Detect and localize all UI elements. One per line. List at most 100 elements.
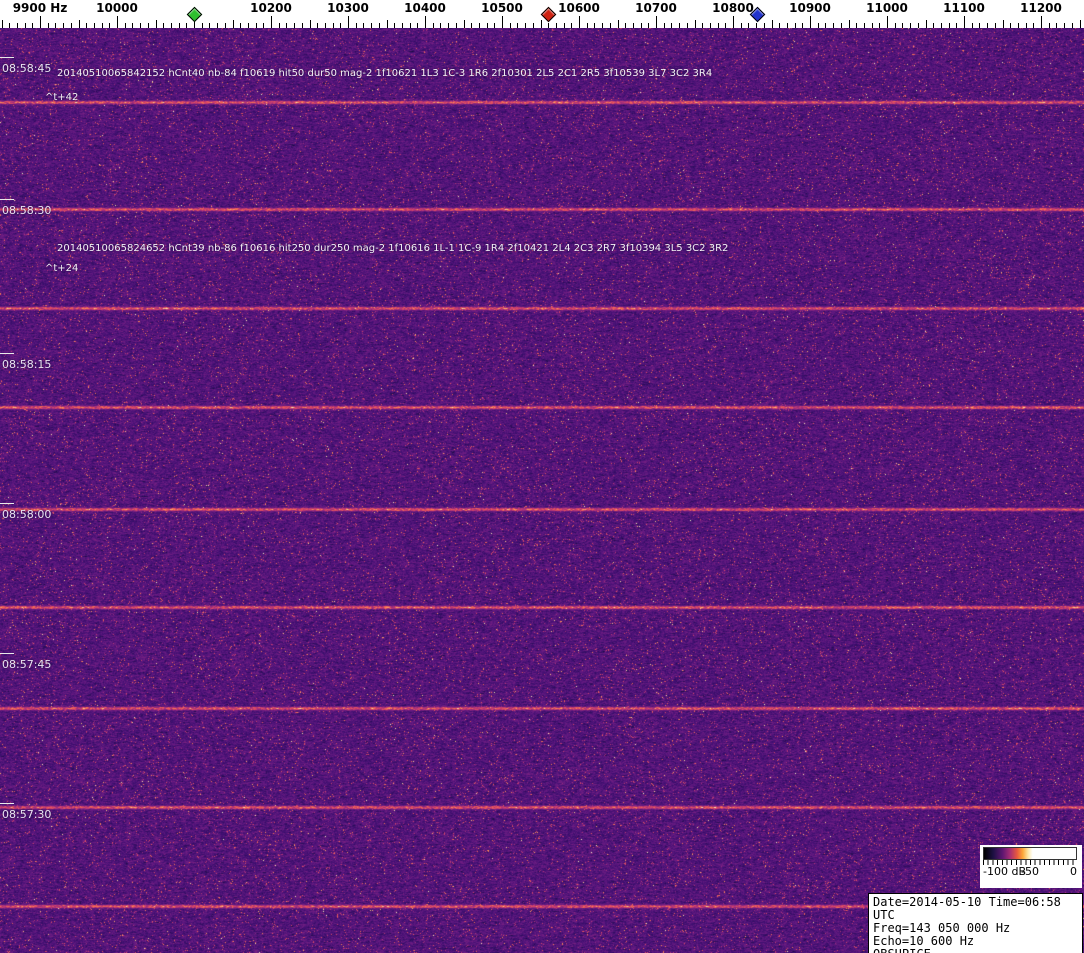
- ruler-tick: [240, 23, 242, 28]
- db-colorbar-labels: -100 dB -50 0: [983, 865, 1077, 879]
- spectrogram-canvas: [0, 28, 1084, 953]
- ruler-tick: [786, 23, 788, 28]
- ruler-tick: [70, 23, 72, 28]
- ruler-tick: [9, 23, 11, 28]
- ruler-tick: [78, 20, 80, 28]
- ruler-label: 10900: [789, 1, 831, 15]
- ruler-tick: [201, 23, 203, 28]
- ruler-tick: [702, 23, 704, 28]
- ruler-tick: [417, 23, 419, 28]
- ruler-tick: [694, 20, 696, 28]
- ruler-tick: [517, 23, 519, 28]
- ruler-label: 10600: [558, 1, 600, 15]
- ruler-tick: [401, 23, 403, 28]
- ruler-tick: [409, 23, 411, 28]
- ruler-tick: [810, 16, 811, 28]
- ruler-tick: [632, 23, 634, 28]
- db-max-label: 0: [1070, 865, 1077, 878]
- ruler-tick: [309, 20, 311, 28]
- ruler-tick: [132, 23, 134, 28]
- ruler-tick: [93, 23, 95, 28]
- ruler-tick: [910, 23, 912, 28]
- ruler-tick: [378, 23, 380, 28]
- db-colorbar-gradient: [983, 847, 1077, 860]
- ruler-tick: [679, 23, 681, 28]
- ruler-tick: [856, 23, 858, 28]
- ruler-tick: [917, 23, 919, 28]
- ruler-tick: [16, 23, 18, 28]
- ruler-tick: [940, 23, 942, 28]
- ruler-label: 9900 Hz: [12, 1, 68, 15]
- ruler-tick: [979, 23, 981, 28]
- ruler-tick: [671, 23, 673, 28]
- db-mid-label: -50: [1021, 865, 1039, 878]
- ruler-tick: [101, 23, 103, 28]
- ruler-label: 10200: [250, 1, 292, 15]
- ruler-tick: [771, 20, 773, 28]
- ruler-tick: [186, 23, 188, 28]
- ruler-tick: [1071, 23, 1073, 28]
- ruler-tick: [987, 23, 989, 28]
- ruler-tick: [733, 16, 734, 28]
- ruler-tick: [663, 23, 665, 28]
- ruler-tick: [948, 23, 950, 28]
- ruler-tick: [340, 23, 342, 28]
- ruler-tick: [617, 20, 619, 28]
- frequency-ruler: 9900 Hz 10000 10200 10300 10400 10500 10600 107…: [0, 0, 1084, 28]
- ruler-tick: [971, 23, 973, 28]
- ruler-tick: [1064, 23, 1066, 28]
- ruler-tick: [1079, 20, 1081, 28]
- ruler-tick: [147, 23, 149, 28]
- ruler-tick: [609, 23, 611, 28]
- ruler-tick: [47, 23, 49, 28]
- ruler-tick: [1056, 23, 1058, 28]
- ruler-tick: [117, 16, 118, 28]
- ruler-tick: [964, 16, 965, 28]
- ruler-tick: [55, 23, 57, 28]
- ruler-label: 10700: [635, 1, 677, 15]
- ruler-tick: [217, 23, 219, 28]
- ruler-label: 10400: [404, 1, 446, 15]
- ruler-tick: [86, 23, 88, 28]
- ruler-tick: [879, 23, 881, 28]
- ruler-tick: [332, 23, 334, 28]
- ruler-tick: [324, 23, 326, 28]
- ruler-tick: [109, 23, 111, 28]
- freq-marker-green-icon[interactable]: [186, 6, 202, 23]
- ruler-tick: [178, 23, 180, 28]
- ruler-label: 10000: [96, 1, 138, 15]
- ruler-tick: [371, 23, 373, 28]
- ruler-tick: [887, 16, 888, 28]
- ruler-tick: [779, 23, 781, 28]
- ruler-tick: [425, 16, 426, 28]
- ruler-tick: [717, 23, 719, 28]
- info-station-line: OBSUPICE: [873, 948, 1078, 953]
- ruler-tick: [286, 23, 288, 28]
- ruler-tick: [956, 23, 958, 28]
- ruler-tick: [1025, 23, 1027, 28]
- ruler-tick: [394, 23, 396, 28]
- ruler-tick: [802, 23, 804, 28]
- ruler-tick: [209, 23, 211, 28]
- ruler-tick: [602, 23, 604, 28]
- ruler-tick: [555, 23, 557, 28]
- ruler-tick: [640, 23, 642, 28]
- ruler-tick: [471, 23, 473, 28]
- freq-marker-red-icon[interactable]: [540, 6, 556, 23]
- db-color-legend: -100 dB -50 0: [980, 845, 1082, 888]
- ruler-tick: [532, 23, 534, 28]
- ruler-tick: [756, 23, 758, 28]
- ruler-tick: [1, 20, 3, 28]
- ruler-tick: [278, 23, 280, 28]
- ruler-tick: [448, 23, 450, 28]
- ruler-tick: [24, 23, 26, 28]
- ruler-tick: [625, 23, 627, 28]
- ruler-tick: [232, 20, 234, 28]
- ruler-tick: [1017, 23, 1019, 28]
- ruler-tick: [825, 23, 827, 28]
- ruler-tick: [301, 23, 303, 28]
- ruler-tick: [224, 23, 226, 28]
- ruler-tick: [648, 23, 650, 28]
- ruler-tick: [902, 23, 904, 28]
- ruler-tick: [170, 23, 172, 28]
